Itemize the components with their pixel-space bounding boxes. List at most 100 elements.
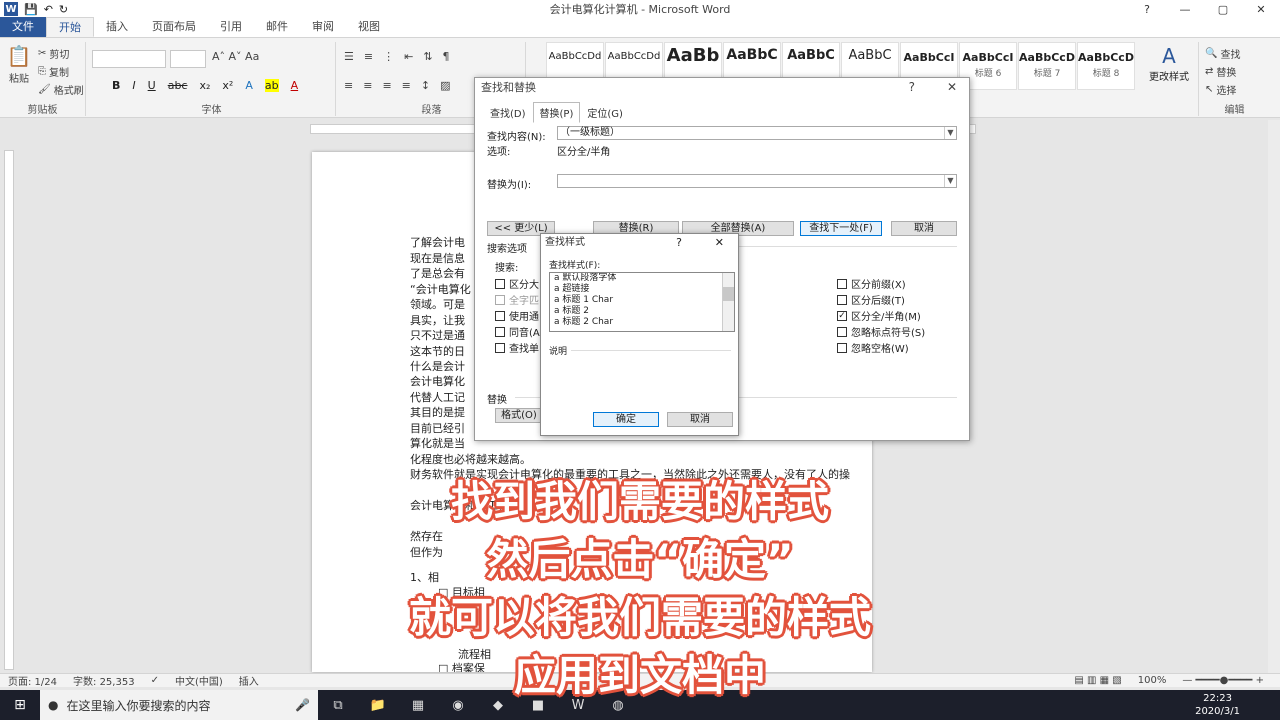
align-buttons: ≡ ≡ ≡ ≡ ↕ ▨ xyxy=(344,79,451,92)
italic-icon[interactable]: I xyxy=(132,79,135,92)
dialog-title: 查找样式 xyxy=(545,237,585,248)
checkbox-sounds-like[interactable]: 同音(A xyxy=(495,324,540,339)
close-icon[interactable]: ✕ xyxy=(715,236,724,249)
checkbox-match-case[interactable]: 区分大 xyxy=(495,276,539,291)
line-spacing-icon[interactable]: ↕ xyxy=(421,79,430,92)
numbering-icon[interactable]: ≡ xyxy=(364,50,373,63)
maximize-button[interactable]: ▢ xyxy=(1204,0,1242,18)
bold-icon[interactable]: B xyxy=(112,79,120,92)
show-marks-icon[interactable]: ¶ xyxy=(443,50,450,63)
style-item[interactable]: AaBbCcD 标题 8 xyxy=(1077,42,1135,90)
cancel-button[interactable]: 取消 xyxy=(667,412,733,427)
list-item[interactable]: a 标题 2 Char xyxy=(550,317,734,328)
dialog-tabs: 查找(D) 替换(P) 定位(G) xyxy=(483,102,630,123)
tab-home[interactable]: 开始 xyxy=(46,17,94,37)
format-painter-button[interactable]: 🖌 格式刷 xyxy=(38,80,84,98)
font-grow-icon[interactable]: A˄ A˅ Aa xyxy=(212,50,259,63)
tab-find[interactable]: 查找(D) xyxy=(483,102,533,123)
bullets-icon[interactable]: ☰ xyxy=(344,50,354,63)
binoculars-icon: 🔍 xyxy=(1205,47,1218,59)
vertical-ruler[interactable] xyxy=(4,150,14,670)
tab-review[interactable]: 审阅 xyxy=(300,17,346,37)
change-styles-icon: A xyxy=(1162,44,1176,68)
tab-view[interactable]: 视图 xyxy=(346,17,392,37)
doc-line: 算化就是当 xyxy=(410,437,465,450)
indent-icon[interactable]: ⇤ xyxy=(404,50,413,63)
redo-icon[interactable]: ↻ xyxy=(59,3,68,16)
checkbox-word-forms[interactable]: 查找单 xyxy=(495,340,539,355)
replace-input[interactable]: ▼ xyxy=(557,174,957,188)
checkbox-whole-word[interactable]: 全字匹 xyxy=(495,292,539,307)
search-scope-label: 搜索: xyxy=(495,263,519,274)
style-item[interactable]: AaBbCcD 标题 7 xyxy=(1018,42,1076,90)
doc-line: 什么是会计 xyxy=(410,360,465,373)
font-name-combo[interactable] xyxy=(92,50,166,68)
replace-button[interactable]: ⇄ 替换 xyxy=(1205,62,1240,80)
close-icon[interactable]: ✕ xyxy=(947,80,957,94)
checkbox-ignore-punctuation[interactable]: 忽略标点符号(S) xyxy=(837,324,925,339)
highlight-icon[interactable]: ab xyxy=(264,79,279,92)
minimize-button[interactable]: — xyxy=(1166,0,1204,18)
list-item[interactable]: a 默认段落字体 xyxy=(550,273,734,284)
find-input[interactable]: （一级标题） ▼ xyxy=(557,126,957,140)
subscript-icon[interactable]: x₂ xyxy=(199,79,210,92)
ok-button[interactable]: 确定 xyxy=(593,412,659,427)
help-icon[interactable]: ? xyxy=(676,236,682,249)
help-icon[interactable]: ? xyxy=(909,80,915,94)
tab-mailings[interactable]: 邮件 xyxy=(254,17,300,37)
cut-button[interactable]: ✂ 剪切 xyxy=(38,44,84,62)
shading-icon[interactable]: ▨ xyxy=(440,79,450,92)
change-styles-button[interactable]: A 更改样式 xyxy=(1144,44,1194,83)
align-center-icon[interactable]: ≡ xyxy=(363,79,372,92)
list-item[interactable]: a 标题 1 Char xyxy=(550,295,734,306)
cursor-icon: ↖ xyxy=(1205,83,1214,95)
justify-icon[interactable]: ≡ xyxy=(402,79,411,92)
find-style-dialog: 查找样式 ? ✕ 查找样式(F): a 默认段落字体 a 超链接 a 标题 1 … xyxy=(540,233,739,436)
checkbox-match-suffix[interactable]: 区分后缀(T) xyxy=(837,292,905,307)
help-icon[interactable]: ? xyxy=(1128,0,1166,18)
save-icon[interactable]: 💾 xyxy=(24,3,38,16)
vertical-scrollbar[interactable] xyxy=(1268,120,1280,675)
options-value: 区分全/半角 xyxy=(557,147,611,158)
tab-file[interactable]: 文件 xyxy=(0,17,46,37)
scroll-thumb[interactable] xyxy=(723,287,734,301)
tab-layout[interactable]: 页面布局 xyxy=(140,17,208,37)
copy-button[interactable]: ⎘ 复制 xyxy=(38,62,84,80)
find-next-button[interactable]: 查找下一处(F) xyxy=(800,221,882,236)
format-button[interactable]: 格式(O) xyxy=(495,408,543,423)
style-list-scrollbar[interactable] xyxy=(722,273,734,331)
chevron-down-icon[interactable]: ▼ xyxy=(944,127,956,139)
font-color-icon[interactable]: A xyxy=(291,79,299,92)
editing-group-label: 编辑 xyxy=(1224,105,1245,116)
tab-references[interactable]: 引用 xyxy=(208,17,254,37)
checkbox-wildcards[interactable]: 使用通 xyxy=(495,308,539,323)
multilevel-icon[interactable]: ⋮ xyxy=(383,50,394,63)
superscript-icon[interactable]: x² xyxy=(222,79,233,92)
underline-icon[interactable]: U xyxy=(148,79,156,92)
align-right-icon[interactable]: ≡ xyxy=(382,79,391,92)
checkbox-match-prefix[interactable]: 区分前缀(X) xyxy=(837,276,906,291)
list-item[interactable]: a 超链接 xyxy=(550,284,734,295)
paste-button[interactable]: 📋 粘贴 xyxy=(6,44,32,86)
list-item[interactable]: a 标题 2 xyxy=(550,306,734,317)
tab-insert[interactable]: 插入 xyxy=(94,17,140,37)
word-logo-icon: W xyxy=(4,2,18,16)
tab-goto[interactable]: 定位(G) xyxy=(580,102,630,123)
microphone-icon[interactable]: 🎤 xyxy=(295,698,310,712)
checkbox-ignore-space[interactable]: 忽略空格(W) xyxy=(837,340,909,355)
find-label: 查找内容(N): xyxy=(487,132,546,143)
sort-icon[interactable]: ⇅ xyxy=(423,50,432,63)
text-effect-icon[interactable]: A xyxy=(245,79,253,92)
find-button[interactable]: 🔍 查找 xyxy=(1205,44,1240,62)
close-button[interactable]: ✕ xyxy=(1242,0,1280,18)
checkbox-full-half-width[interactable]: ✓ 区分全/半角(M) xyxy=(837,308,921,323)
select-button[interactable]: ↖ 选择 xyxy=(1205,80,1240,98)
tab-replace[interactable]: 替换(P) xyxy=(532,102,581,123)
style-list[interactable]: a 默认段落字体 a 超链接 a 标题 1 Char a 标题 2 a 标题 2… xyxy=(549,272,735,332)
cancel-button[interactable]: 取消 xyxy=(891,221,957,236)
align-left-icon[interactable]: ≡ xyxy=(344,79,353,92)
font-size-combo[interactable] xyxy=(170,50,206,68)
strikethrough-icon[interactable]: abc xyxy=(168,79,188,92)
undo-icon[interactable]: ↶ xyxy=(44,3,53,16)
chevron-down-icon[interactable]: ▼ xyxy=(944,175,956,187)
